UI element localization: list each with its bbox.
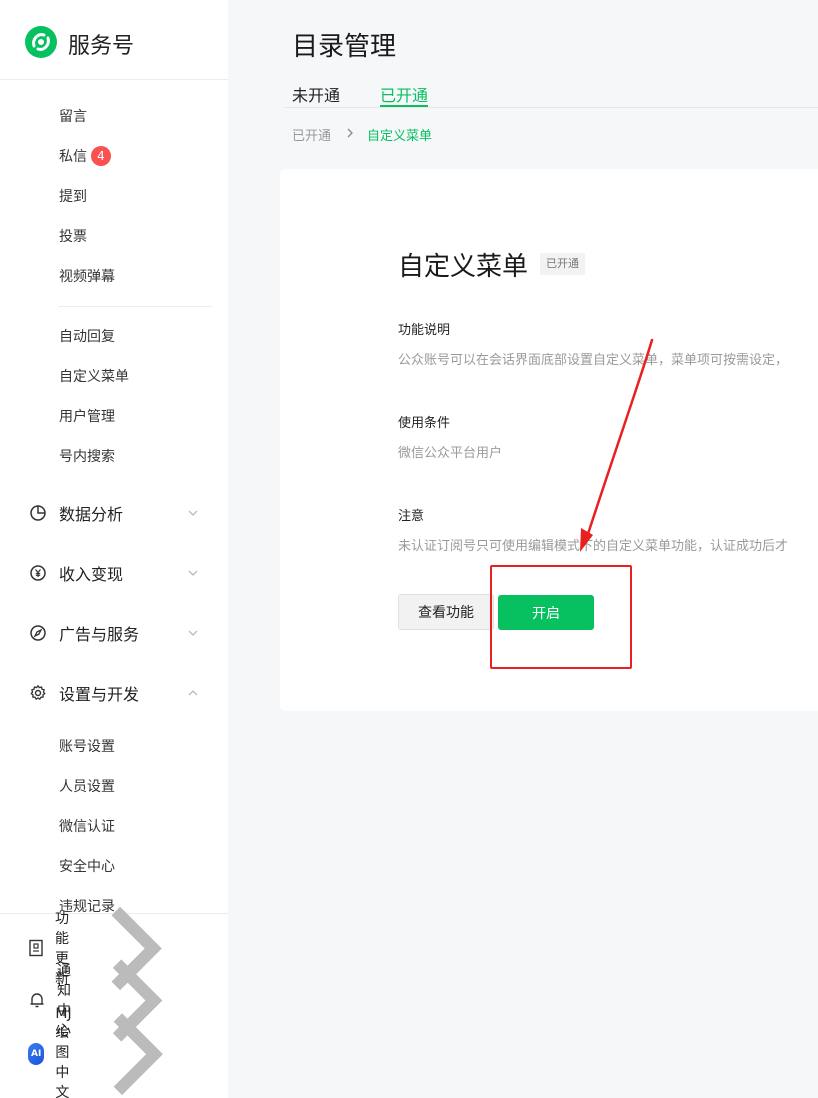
sidebar-group-settings-dev[interactable]: 设置与开发 xyxy=(28,681,200,705)
divider xyxy=(58,306,212,307)
section-desc-conditions: 微信公众平台用户 xyxy=(398,446,503,461)
sidebar-item-auto-reply[interactable]: 自动回复 xyxy=(59,326,115,346)
chevron-up-icon xyxy=(188,690,198,696)
sidebar-item-account-profile[interactable]: AI MJ绘图中文 xyxy=(28,1006,200,1098)
app-logo[interactable]: 服务号 xyxy=(24,26,134,62)
service-account-logo-icon xyxy=(24,25,58,63)
section-title-description: 功能说明 xyxy=(398,323,451,338)
section-title-conditions: 使用条件 xyxy=(398,416,451,431)
breadcrumb-item-enabled[interactable]: 已开通 xyxy=(292,125,331,144)
chevron-down-icon xyxy=(188,510,198,516)
app-name: 服务号 xyxy=(68,34,135,59)
sidebar-item-staff-settings[interactable]: 人员设置 xyxy=(59,776,115,796)
sidebar-item-votes[interactable]: 投票 xyxy=(59,226,87,246)
view-feature-button[interactable]: 查看功能 xyxy=(398,594,494,630)
pie-chart-icon xyxy=(28,503,48,523)
section-title-notice: 注意 xyxy=(398,509,425,524)
gear-icon xyxy=(28,683,48,703)
yuan-circle-icon xyxy=(28,563,48,583)
section-desc-notice: 未认证订阅号只可使用编辑模式下的自定义菜单功能，认证成功后才 xyxy=(398,539,789,554)
sidebar-item-account-settings[interactable]: 账号设置 xyxy=(59,736,115,756)
sidebar-item-messages[interactable]: 留言 xyxy=(59,106,87,126)
page-title: 目录管理 xyxy=(292,32,397,62)
sidebar-item-wechat-verification[interactable]: 微信认证 xyxy=(59,816,115,836)
account-name: MJ绘图中文 xyxy=(55,1006,72,1098)
compass-icon xyxy=(28,623,48,643)
sidebar-item-label: 私信 xyxy=(59,149,87,165)
divider xyxy=(0,79,228,80)
sidebar-group-monetization[interactable]: 收入变现 xyxy=(28,561,200,585)
sidebar-item-private-messages[interactable]: 私信 4 xyxy=(59,146,111,166)
sidebar-item-in-account-search[interactable]: 号内搜索 xyxy=(59,446,115,466)
sidebar: 服务号 留言 私信 4 提到 投票 视频弹幕 自动回复 自定义菜单 用户管理 号内… xyxy=(0,0,228,1098)
chevron-right-icon xyxy=(345,127,355,143)
divider xyxy=(284,107,818,108)
breadcrumb-item-current: 自定义菜单 xyxy=(367,129,433,144)
sidebar-item-security-center[interactable]: 安全中心 xyxy=(59,856,115,876)
sidebar-group-label: 数据分析 xyxy=(59,505,124,524)
sidebar-group-label: 广告与服务 xyxy=(59,625,140,644)
sidebar-group-label: 设置与开发 xyxy=(59,685,140,704)
book-icon xyxy=(28,938,44,958)
chevron-right-icon xyxy=(113,1013,163,1095)
sidebar-item-video-danmaku[interactable]: 视频弹幕 xyxy=(59,266,115,286)
sidebar-group-ads-services[interactable]: 广告与服务 xyxy=(28,621,200,645)
feature-title: 自定义菜单 xyxy=(398,252,529,282)
sidebar-item-mentions[interactable]: 提到 xyxy=(59,186,87,206)
sidebar-group-label: 收入变现 xyxy=(59,565,124,584)
enable-button[interactable]: 开启 xyxy=(498,595,594,630)
status-badge: 已开通 xyxy=(540,253,585,275)
account-avatar: AI xyxy=(28,1043,45,1065)
sidebar-item-custom-menu[interactable]: 自定义菜单 xyxy=(59,366,129,386)
unread-count-badge: 4 xyxy=(91,146,111,166)
section-desc-description: 公众账号可以在会话界面底部设置自定义菜单，菜单项可按需设定， xyxy=(398,353,789,368)
sidebar-group-data-analysis[interactable]: 数据分析 xyxy=(28,501,200,525)
chevron-down-icon xyxy=(188,570,198,576)
bell-icon xyxy=(28,990,46,1010)
chevron-down-icon xyxy=(188,630,198,636)
sidebar-item-user-management[interactable]: 用户管理 xyxy=(59,406,115,426)
breadcrumb: 已开通 自定义菜单 xyxy=(292,125,432,144)
tab-not-enabled[interactable]: 未开通 xyxy=(292,82,340,106)
tab-enabled[interactable]: 已开通 xyxy=(380,82,428,106)
